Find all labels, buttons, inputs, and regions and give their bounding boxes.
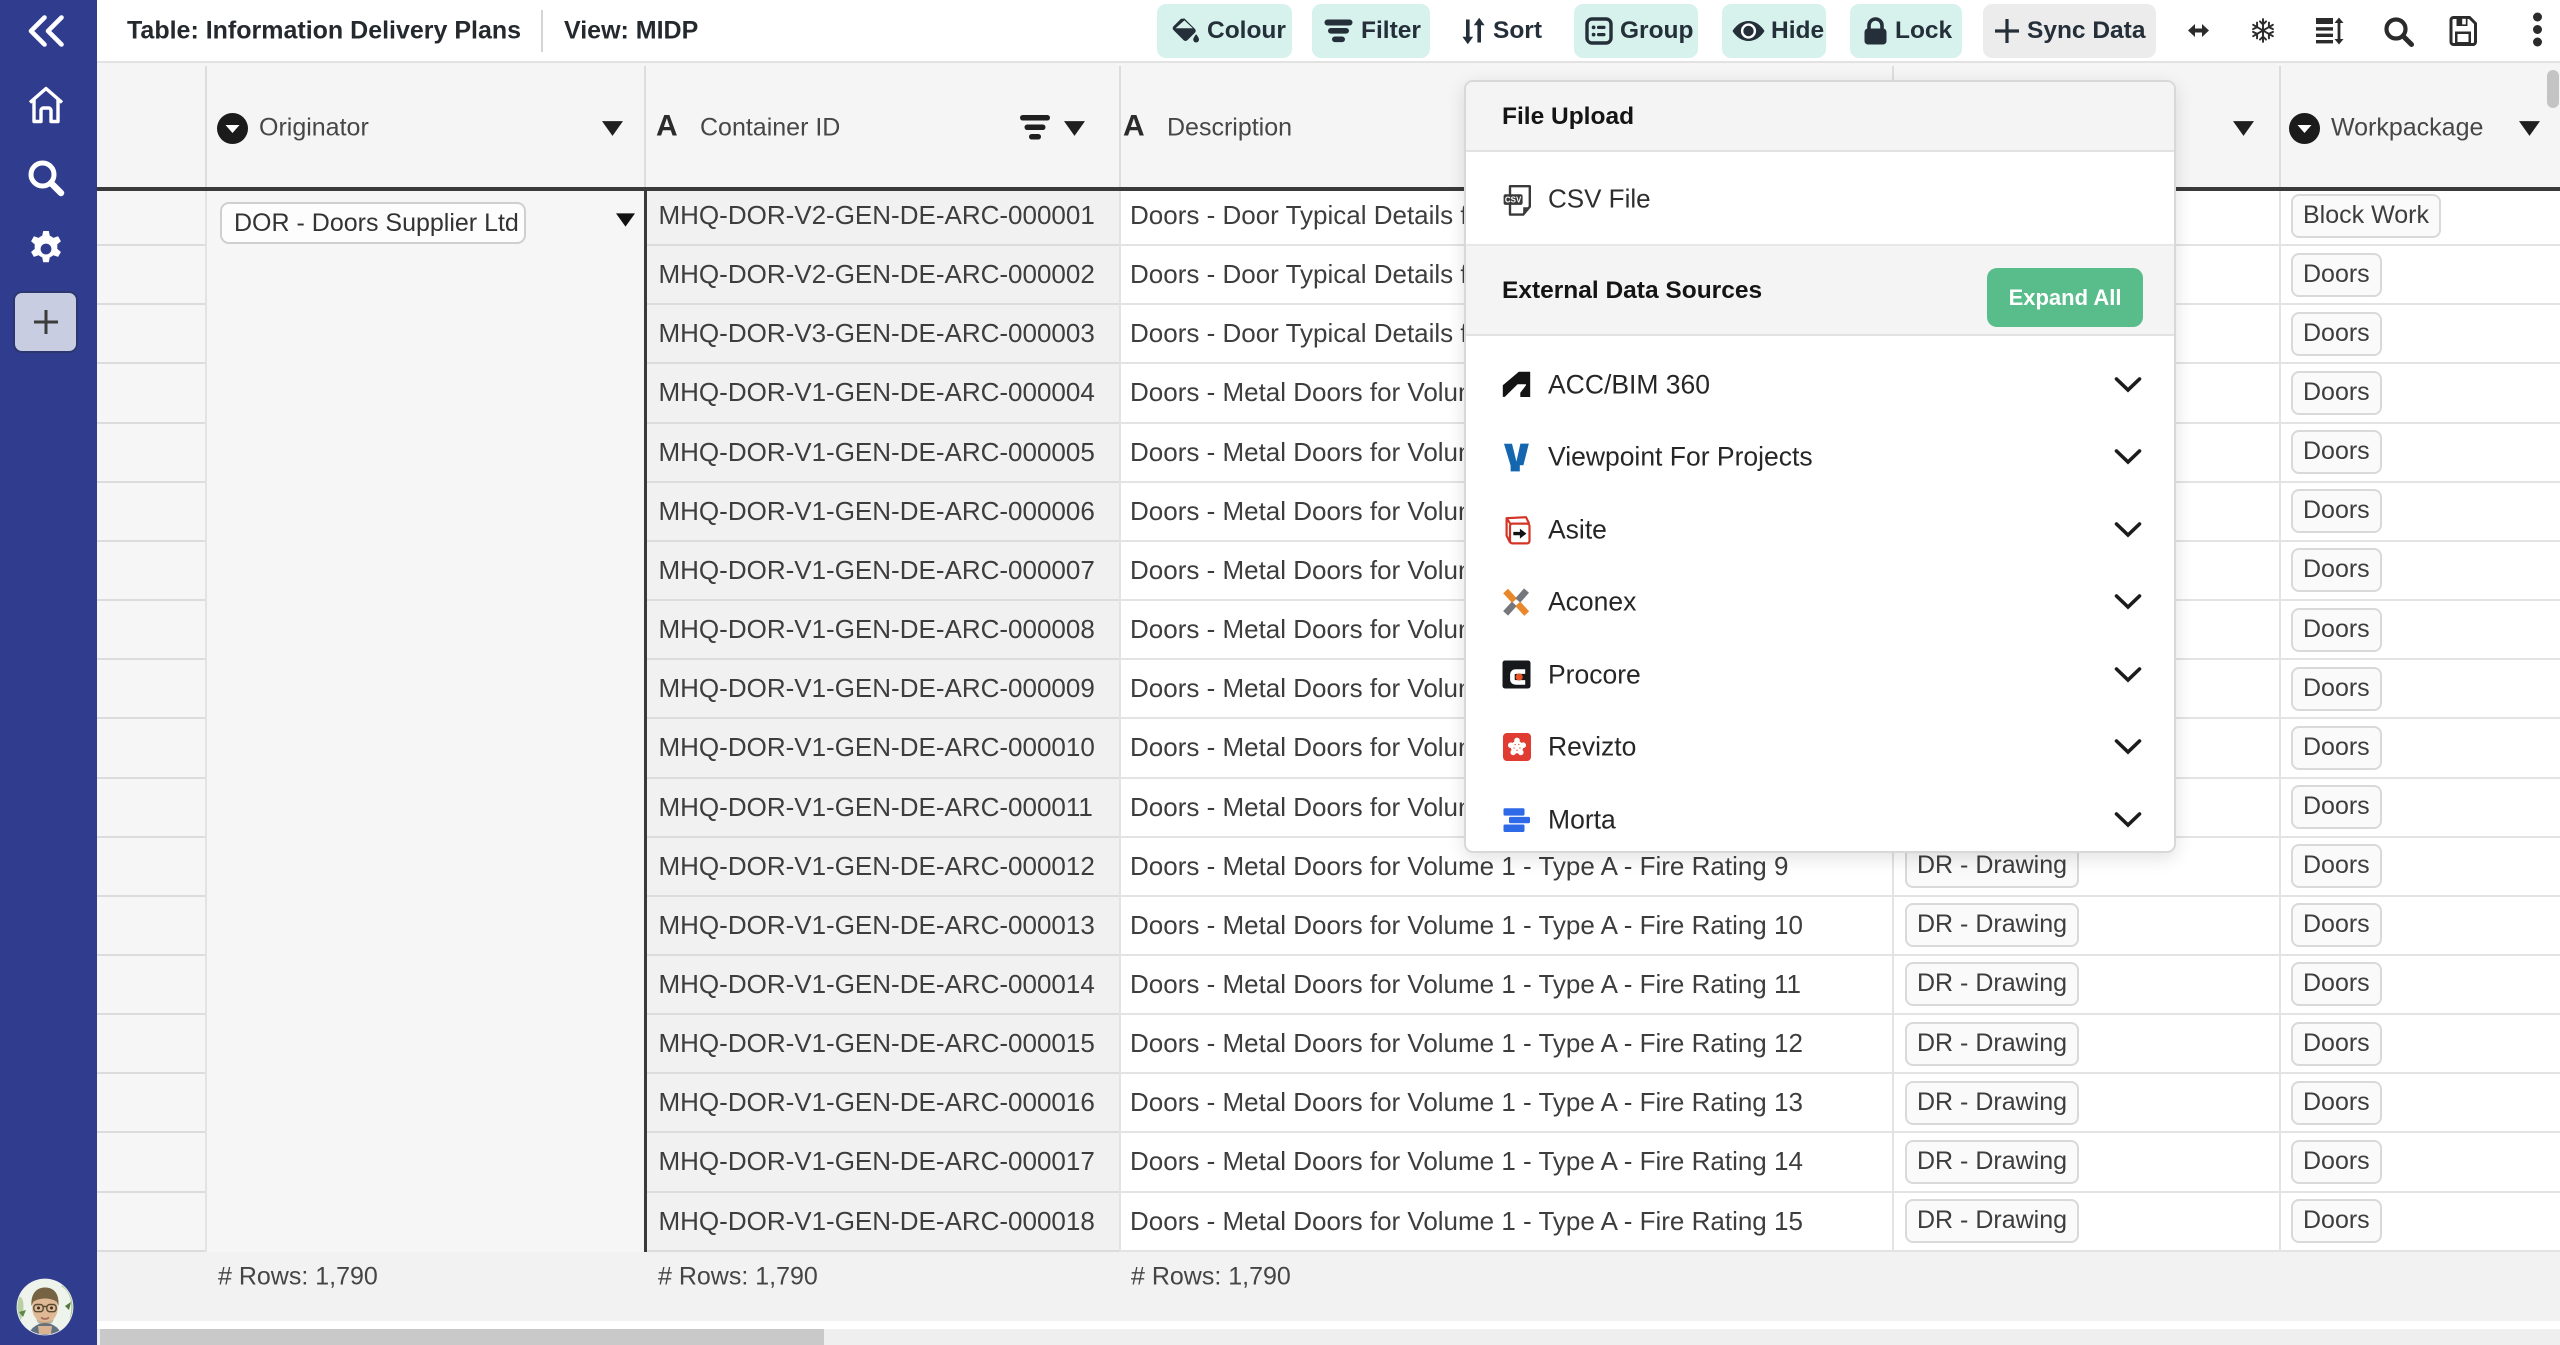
svg-text:CSV: CSV (1505, 195, 1522, 204)
